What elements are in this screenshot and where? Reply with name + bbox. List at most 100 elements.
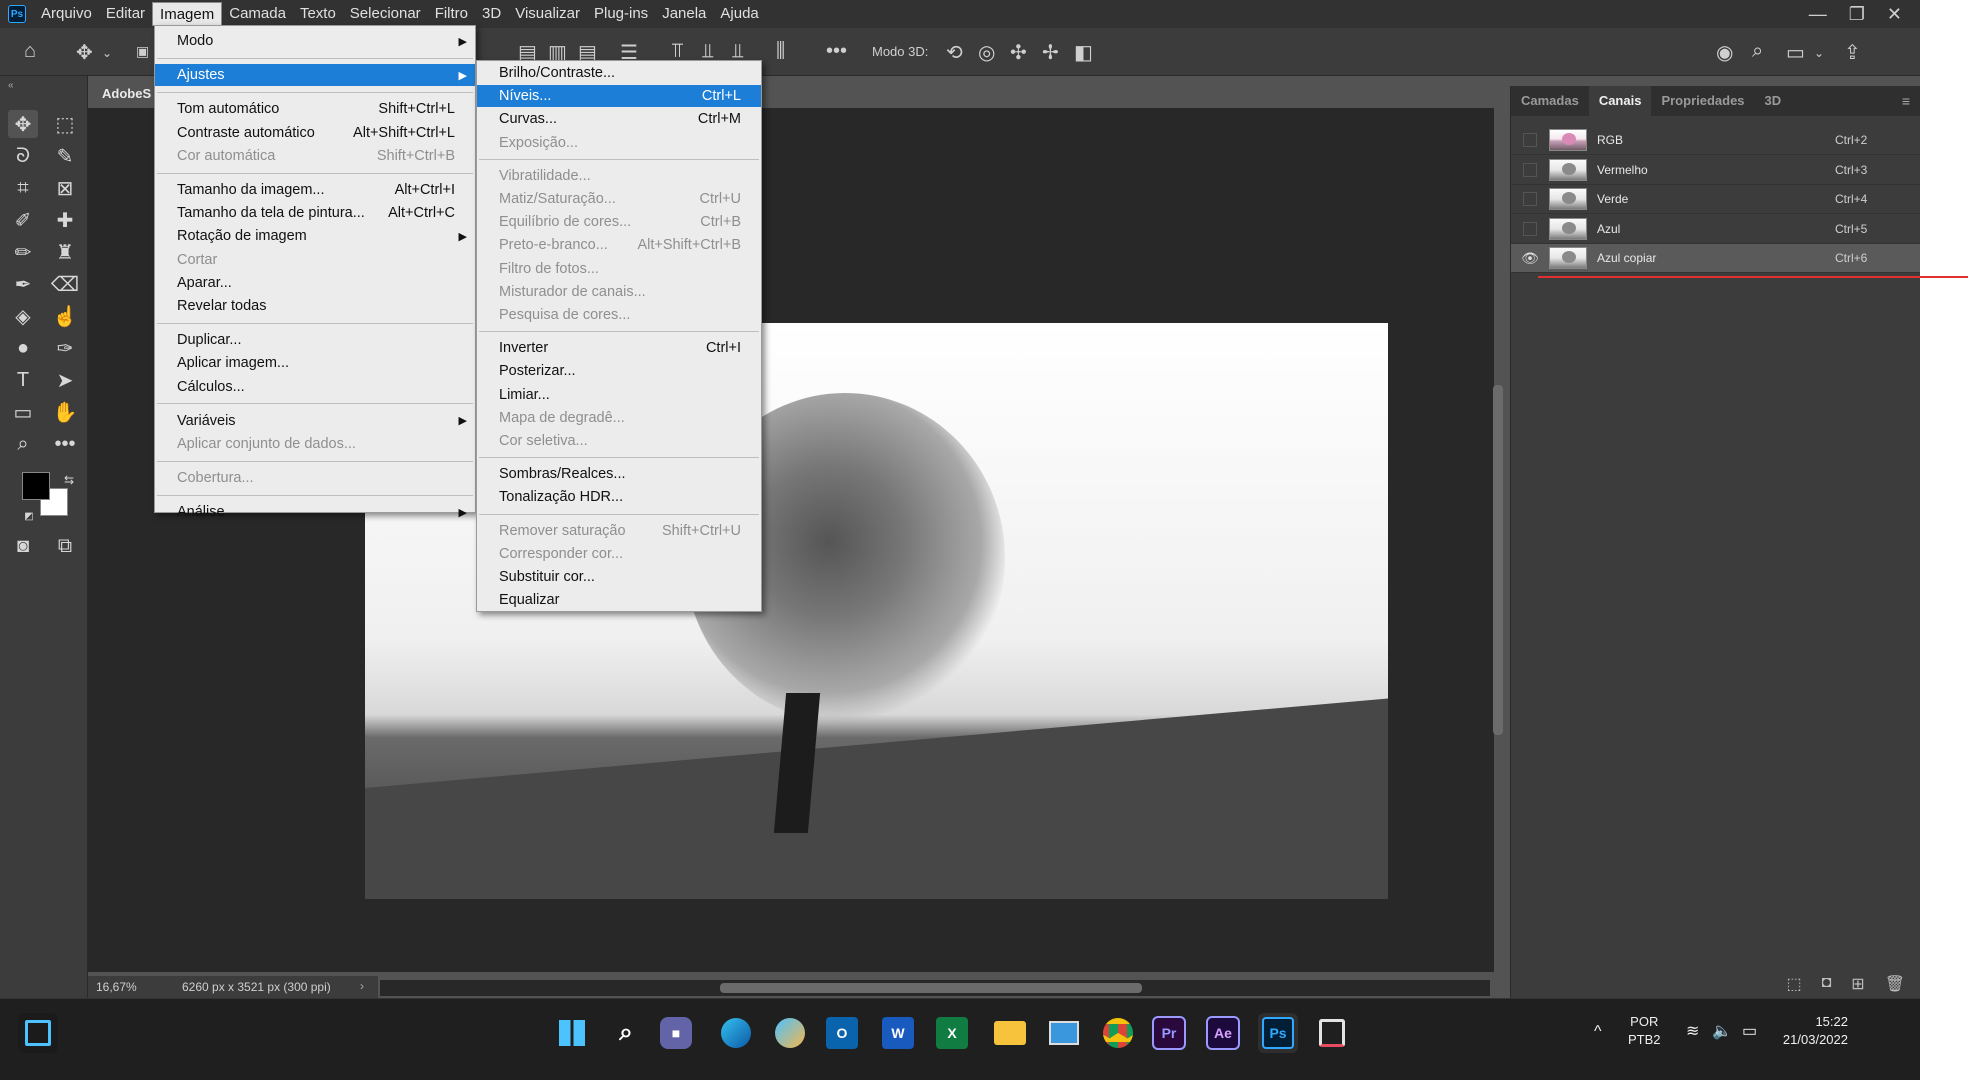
teams-icon[interactable]: ■ <box>660 1017 692 1049</box>
move-tool-icon[interactable]: ✥ <box>8 110 38 138</box>
quick-mask-icon[interactable]: ◙ <box>8 532 38 560</box>
rectangle-tool-icon[interactable]: ▭ <box>8 398 38 426</box>
menu-item-rota-o-de-imagem[interactable]: Rotação de imagem ▶ <box>155 225 475 247</box>
excel-icon[interactable]: X <box>936 1017 968 1049</box>
menu-item-revelar-todas[interactable]: Revelar todas <box>155 295 475 317</box>
swap-colors-icon[interactable]: ⇆ <box>54 466 84 494</box>
slide-3d-icon[interactable]: ✢ <box>1042 40 1059 65</box>
menu-selecionar[interactable]: Selecionar <box>343 2 428 26</box>
tab-camadas[interactable]: Camadas <box>1511 86 1589 116</box>
menu-item-modo[interactable]: Modo ▶ <box>155 30 475 52</box>
new-channel-icon[interactable]: ⊞ <box>1851 974 1864 998</box>
menu-item-limiar[interactable]: Limiar... <box>477 384 761 406</box>
load-selection-icon[interactable]: ⬚ <box>1786 974 1801 998</box>
chevron-up-icon[interactable]: ^ <box>1594 1023 1602 1041</box>
menu-item-tom-autom-tico[interactable]: Tom automático Shift+Ctrl+L <box>155 98 475 120</box>
zoom-tool-icon[interactable]: ⌕ <box>8 430 38 458</box>
battery-icon[interactable]: ▭ <box>1742 1023 1757 1041</box>
menu-item-sombras-realces[interactable]: Sombras/Realces... <box>477 463 761 485</box>
photoshop-logo-icon[interactable]: Ps <box>8 5 26 23</box>
path-select-tool-icon[interactable]: ➤ <box>50 366 80 394</box>
visibility-toggle[interactable] <box>1523 192 1537 206</box>
crop-tool-icon[interactable]: ⌗ <box>8 174 38 202</box>
menu-item-posterizar[interactable]: Posterizar... <box>477 360 761 382</box>
channel-row[interactable]: Azul Ctrl+5 <box>1511 215 1920 244</box>
home-icon[interactable]: ⌂ <box>24 40 36 63</box>
menu-item-curvas[interactable]: Curvas... Ctrl+M <box>477 108 761 130</box>
search-icon[interactable]: ⌕ <box>606 1013 646 1053</box>
foreground-color-swatch[interactable] <box>22 472 50 500</box>
tab-canais[interactable]: Canais <box>1588 86 1652 116</box>
quick-select-tool-icon[interactable]: ✎ <box>50 142 80 170</box>
chrome-icon[interactable] <box>1098 1013 1138 1053</box>
wifi-icon[interactable]: ≋ <box>1686 1023 1699 1041</box>
pan-3d-icon[interactable]: ✣ <box>1010 40 1027 65</box>
word-icon[interactable]: W <box>882 1017 914 1049</box>
scale-3d-icon[interactable]: ◧ <box>1074 40 1093 65</box>
clock[interactable]: 15:22 21/03/2022 <box>1778 1013 1848 1049</box>
user-share-icon[interactable]: ◉ <box>1716 40 1733 65</box>
workspace-icon[interactable]: ▭ <box>1786 40 1805 65</box>
eyedropper-tool-icon[interactable]: ✐ <box>8 206 38 234</box>
menu-arquivo[interactable]: Arquivo <box>34 2 99 26</box>
language-indicator[interactable]: POR PTB2 <box>1628 1013 1661 1049</box>
menu-item-c-lculos[interactable]: Cálculos... <box>155 376 475 398</box>
zoom-level[interactable]: 16,67% <box>96 980 137 994</box>
chevron-down-icon[interactable]: ⌄ <box>102 46 112 60</box>
screen-mode-icon[interactable]: ⧉ <box>50 532 80 560</box>
lasso-tool-icon[interactable]: ᘐ <box>8 142 38 170</box>
menu-item-ajustes[interactable]: Ajustes ▶ <box>155 64 475 87</box>
share-icon[interactable]: ⇪ <box>1844 40 1861 65</box>
move-tool-icon[interactable]: ✥ <box>76 40 93 65</box>
chevron-down-icon[interactable]: ⌄ <box>1814 46 1824 60</box>
eye-icon[interactable]: 👁 <box>1519 250 1541 267</box>
menu-item-tamanho-da-tela-de-pintura[interactable]: Tamanho da tela de pintura... Alt+Ctrl+C <box>155 202 475 224</box>
roll-3d-icon[interactable]: ◎ <box>978 40 995 65</box>
menu-camada[interactable]: Camada <box>222 2 293 26</box>
dodge-tool-icon[interactable]: ● <box>8 334 38 362</box>
volume-icon[interactable]: 🔈 <box>1712 1023 1732 1041</box>
tab-3d[interactable]: 3D <box>1755 86 1792 116</box>
menu-item-an-lise[interactable]: Análise ▶ <box>155 501 475 523</box>
document-tab[interactable]: AdobeS <box>92 80 162 108</box>
photos-icon[interactable] <box>770 1013 810 1053</box>
trash-icon[interactable]: 🗑 <box>1885 974 1905 998</box>
history-brush-tool-icon[interactable]: ✒ <box>8 270 38 298</box>
menu-editar[interactable]: Editar <box>99 2 152 26</box>
menu-3d[interactable]: 3D <box>475 2 508 26</box>
menu-item-substituir-cor[interactable]: Substituir cor... <box>477 566 761 588</box>
visibility-toggle[interactable] <box>1523 133 1537 147</box>
vertical-scrollbar[interactable] <box>1493 385 1503 735</box>
start-icon[interactable] <box>552 1013 592 1053</box>
menu-janela[interactable]: Janela <box>655 2 713 26</box>
snipping-icon[interactable] <box>1312 1013 1352 1053</box>
hand-tool-icon[interactable]: ✋ <box>50 398 80 426</box>
frame-tool-icon[interactable]: ⊠ <box>50 174 80 202</box>
visibility-toggle[interactable] <box>1523 221 1537 236</box>
menu-item-contraste-autom-tico[interactable]: Contraste automático Alt+Shift+Ctrl+L <box>155 122 475 144</box>
menu-item-n-veis[interactable]: Níveis... Ctrl+L <box>477 85 761 108</box>
menu-visualizar[interactable]: Visualizar <box>508 2 587 26</box>
menu-item-equalizar[interactable]: Equalizar <box>477 589 761 611</box>
more-tools-icon[interactable]: ••• <box>50 430 80 458</box>
after-effects-icon[interactable]: Ae <box>1206 1016 1240 1050</box>
minimize-icon[interactable]: — <box>1809 4 1827 25</box>
menu-texto[interactable]: Texto <box>293 2 343 26</box>
horizontal-scrollbar[interactable] <box>720 983 1142 993</box>
default-colors-icon[interactable]: ◩ <box>14 502 44 530</box>
search-icon[interactable]: ⌕ <box>1752 40 1763 63</box>
edge-icon[interactable] <box>716 1013 756 1053</box>
menu-plug-ins[interactable]: Plug-ins <box>587 2 655 26</box>
channel-row[interactable]: Verde Ctrl+4 <box>1511 185 1920 214</box>
healing-tool-icon[interactable]: ✚ <box>50 206 80 234</box>
menu-imagem[interactable]: Imagem <box>152 2 223 26</box>
panel-menu-icon[interactable]: ≡ <box>1902 93 1910 109</box>
channel-row[interactable]: Vermelho Ctrl+3 <box>1511 156 1920 185</box>
menu-item-tamanho-da-imagem[interactable]: Tamanho da imagem... Alt+Ctrl+I <box>155 179 475 201</box>
visibility-toggle[interactable] <box>1523 162 1537 177</box>
show-desktop-icon[interactable] <box>18 1013 58 1053</box>
outlook-icon[interactable]: O <box>826 1017 858 1049</box>
type-tool-icon[interactable]: T <box>8 366 38 394</box>
menu-item-aparar[interactable]: Aparar... <box>155 272 475 294</box>
premiere-icon[interactable]: Pr <box>1152 1016 1186 1050</box>
